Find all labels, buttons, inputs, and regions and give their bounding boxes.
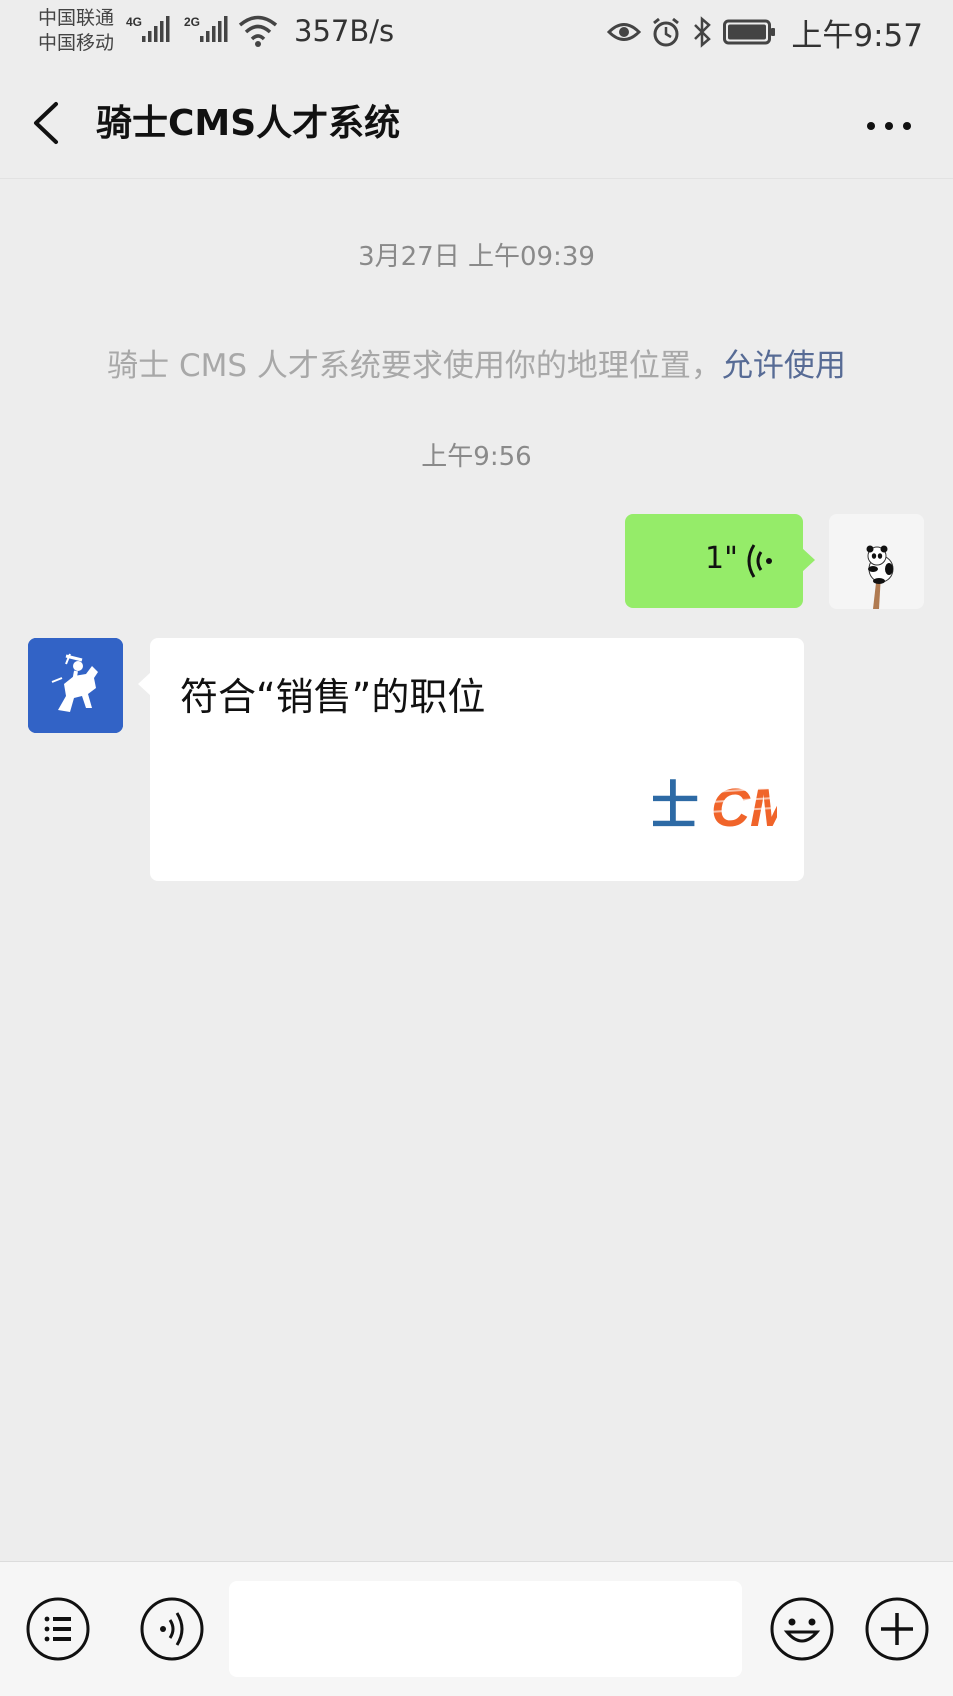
carrier-labels: 中国联通 中国移动: [38, 6, 114, 56]
carrier-1: 中国联通: [38, 7, 115, 29]
voice-icon[interactable]: [139, 1596, 205, 1662]
carrier-2: 中国移动: [38, 32, 115, 54]
status-icons: 上午9:57: [607, 10, 923, 54]
emoji-icon[interactable]: [769, 1596, 835, 1662]
avatar[interactable]: [829, 514, 924, 609]
signal-icon: 2G: [184, 15, 228, 42]
cms-logo: 士 CM: [653, 772, 777, 832]
status-bar: 中国联通 中国移动 4G 2G 357B/s 上午9:57: [0, 0, 953, 66]
card-title: 符合“销售”的职位: [180, 675, 486, 719]
voice-message-bubble[interactable]: 1": [625, 514, 815, 608]
bluetooth-icon: [694, 16, 712, 48]
knight-logo-icon: [28, 638, 123, 733]
net-speed: 357B/s: [294, 14, 395, 48]
chevron-left-icon[interactable]: [26, 96, 66, 150]
plus-icon[interactable]: [864, 1596, 930, 1662]
system-message: 骑士 CMS 人才系统要求使用你的地理位置，允许使用: [0, 340, 953, 385]
cms-logo-letters: CM: [711, 778, 777, 832]
timestamp: 3月27日 上午09:39: [358, 242, 595, 272]
network-2-label: 2G: [184, 15, 200, 29]
timestamp: 上午9:56: [421, 442, 532, 472]
panda-avatar-icon: [829, 514, 924, 609]
page-title: 骑士CMS人才系统: [96, 103, 401, 144]
voice-duration: 1": [705, 541, 738, 576]
bot-avatar[interactable]: [28, 638, 123, 733]
job-card[interactable]: 符合“销售”的职位 士 CM: [138, 638, 804, 881]
wifi-icon: [238, 15, 278, 47]
ellipsis-icon[interactable]: [861, 106, 917, 146]
cms-logo-text: 士: [653, 777, 699, 832]
battery-icon: [723, 19, 776, 45]
input-toolbar: [0, 1561, 953, 1696]
allow-location-link[interactable]: 允许使用: [722, 348, 846, 384]
voice-wave-icon: [747, 544, 772, 578]
menu-list-icon[interactable]: [25, 1596, 91, 1662]
status-time: 上午9:57: [791, 17, 923, 54]
signal-icon: 4G: [126, 15, 170, 42]
message-input[interactable]: [229, 1581, 742, 1677]
eye-icon: [607, 23, 642, 41]
system-message-text: 骑士 CMS 人才系统要求使用你的地理位置，: [107, 348, 722, 384]
title-bar: 骑士CMS人才系统: [0, 66, 953, 179]
cms-logo-image: 士 CM: [653, 777, 777, 832]
alarm-icon: [653, 17, 680, 47]
network-1-label: 4G: [126, 15, 142, 29]
